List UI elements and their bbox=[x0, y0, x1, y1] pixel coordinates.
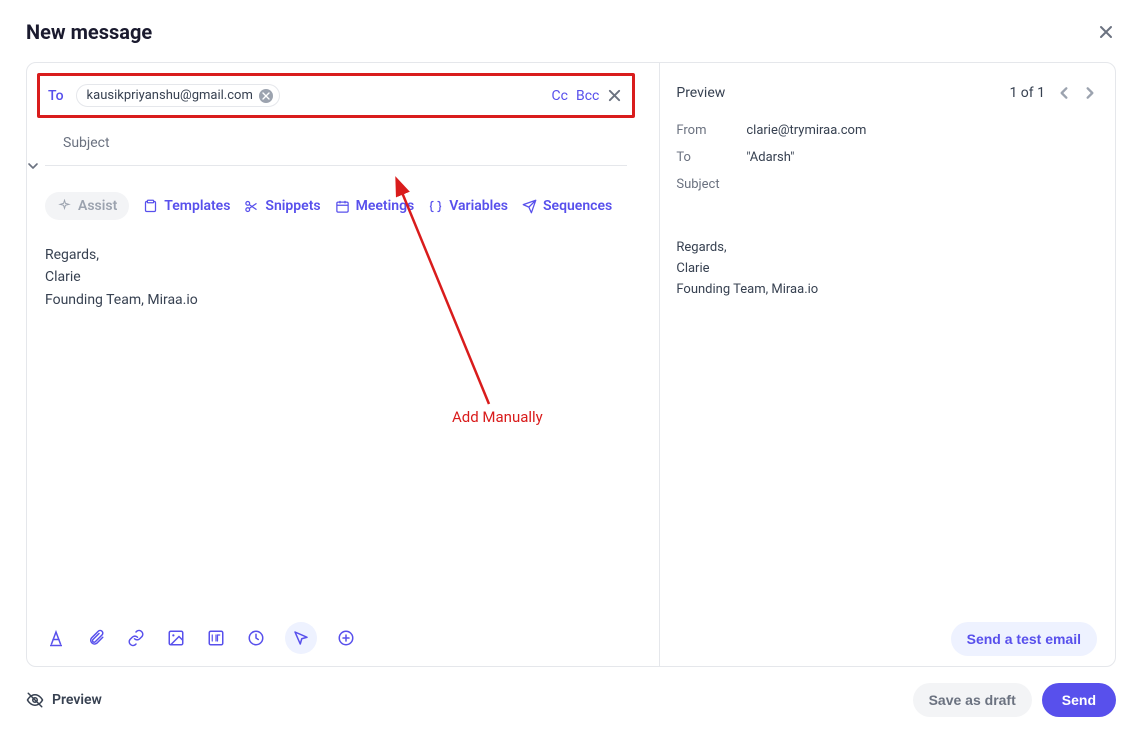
templates-button[interactable]: Templates bbox=[143, 198, 230, 214]
pager-next-icon[interactable] bbox=[1083, 86, 1097, 100]
schedule-icon[interactable] bbox=[245, 627, 267, 649]
remove-recipient-icon[interactable] bbox=[259, 89, 273, 103]
clear-recipients-icon[interactable] bbox=[607, 88, 622, 103]
link-icon[interactable] bbox=[125, 627, 147, 649]
format-toolbar bbox=[27, 610, 645, 666]
image-icon[interactable] bbox=[165, 627, 187, 649]
to-field-highlight: To kausikpriyanshu@gmail.com Cc Bcc bbox=[37, 73, 635, 118]
sparkle-icon bbox=[57, 199, 72, 214]
footer: Preview Save as draft Send bbox=[26, 683, 1116, 717]
body-line-3: Founding Team, Miraa.io bbox=[45, 289, 627, 311]
meetings-button[interactable]: Meetings bbox=[335, 198, 415, 214]
assist-button[interactable]: Assist bbox=[45, 192, 129, 220]
cc-button[interactable]: Cc bbox=[552, 88, 568, 104]
modal-header: New message bbox=[26, 20, 1116, 44]
to-label: To bbox=[48, 88, 64, 104]
scissors-icon bbox=[244, 199, 259, 214]
variables-button[interactable]: Variables bbox=[428, 198, 508, 214]
modal-title: New message bbox=[26, 20, 152, 44]
send-test-email-button[interactable]: Send a test email bbox=[951, 622, 1097, 656]
pager-count: 1 of 1 bbox=[1009, 85, 1045, 101]
preview-to-label: To bbox=[676, 150, 726, 165]
send-button[interactable]: Send bbox=[1042, 683, 1116, 717]
preview-toggle-button[interactable]: Preview bbox=[26, 691, 102, 709]
sequences-button[interactable]: Sequences bbox=[522, 198, 612, 214]
preview-title: Preview bbox=[676, 85, 725, 101]
add-more-icon[interactable] bbox=[335, 627, 357, 649]
snippets-button[interactable]: Snippets bbox=[244, 198, 320, 214]
preview-subject-label: Subject bbox=[676, 177, 726, 192]
subject-placeholder: Subject bbox=[63, 135, 110, 151]
preview-subject-row: Subject bbox=[676, 171, 1097, 198]
preview-line-1: Regards, bbox=[676, 238, 1097, 259]
preview-to-row: To "Adarsh" bbox=[676, 144, 1097, 171]
body-line-1: Regards, bbox=[45, 244, 627, 266]
cursor-tracking-icon[interactable] bbox=[285, 622, 317, 654]
pager-prev-icon[interactable] bbox=[1057, 86, 1071, 100]
preview-line-2: Clarie bbox=[676, 259, 1097, 280]
calendar-icon bbox=[335, 199, 350, 214]
from-value: clarie@trymiraa.com bbox=[746, 123, 866, 138]
expand-caret-icon[interactable] bbox=[27, 160, 645, 172]
compose-toolbar: Assist Templates Snippets Meetings Varia… bbox=[27, 178, 645, 230]
preview-line-3: Founding Team, Miraa.io bbox=[676, 280, 1097, 301]
preview-pager: 1 of 1 bbox=[1009, 85, 1097, 101]
from-label: From bbox=[676, 123, 726, 138]
preview-body: Regards, Clarie Founding Team, Miraa.io bbox=[676, 238, 1097, 300]
templates-icon bbox=[143, 199, 158, 214]
send-icon bbox=[522, 199, 537, 214]
recipient-chip[interactable]: kausikpriyanshu@gmail.com bbox=[76, 84, 280, 107]
text-format-icon[interactable] bbox=[45, 627, 67, 649]
body-line-2: Clarie bbox=[45, 266, 627, 288]
main-panel: To kausikpriyanshu@gmail.com Cc Bcc Subj… bbox=[26, 62, 1116, 667]
save-draft-button[interactable]: Save as draft bbox=[913, 683, 1032, 717]
attachment-icon[interactable] bbox=[85, 627, 107, 649]
bcc-button[interactable]: Bcc bbox=[576, 88, 599, 104]
eye-off-icon bbox=[26, 691, 44, 709]
compose-pane: To kausikpriyanshu@gmail.com Cc Bcc Subj… bbox=[27, 63, 645, 666]
close-button[interactable] bbox=[1096, 22, 1116, 42]
recipient-email: kausikpriyanshu@gmail.com bbox=[87, 88, 253, 103]
braces-icon bbox=[428, 199, 443, 214]
message-body[interactable]: Regards, Clarie Founding Team, Miraa.io bbox=[27, 230, 645, 610]
subject-field[interactable]: Subject bbox=[45, 118, 627, 166]
preview-to-value: "Adarsh" bbox=[746, 150, 794, 165]
gif-icon[interactable] bbox=[205, 627, 227, 649]
preview-pane: Preview 1 of 1 From clarie@trymiraa.com … bbox=[659, 63, 1115, 666]
preview-from-row: From clarie@trymiraa.com bbox=[676, 117, 1097, 144]
